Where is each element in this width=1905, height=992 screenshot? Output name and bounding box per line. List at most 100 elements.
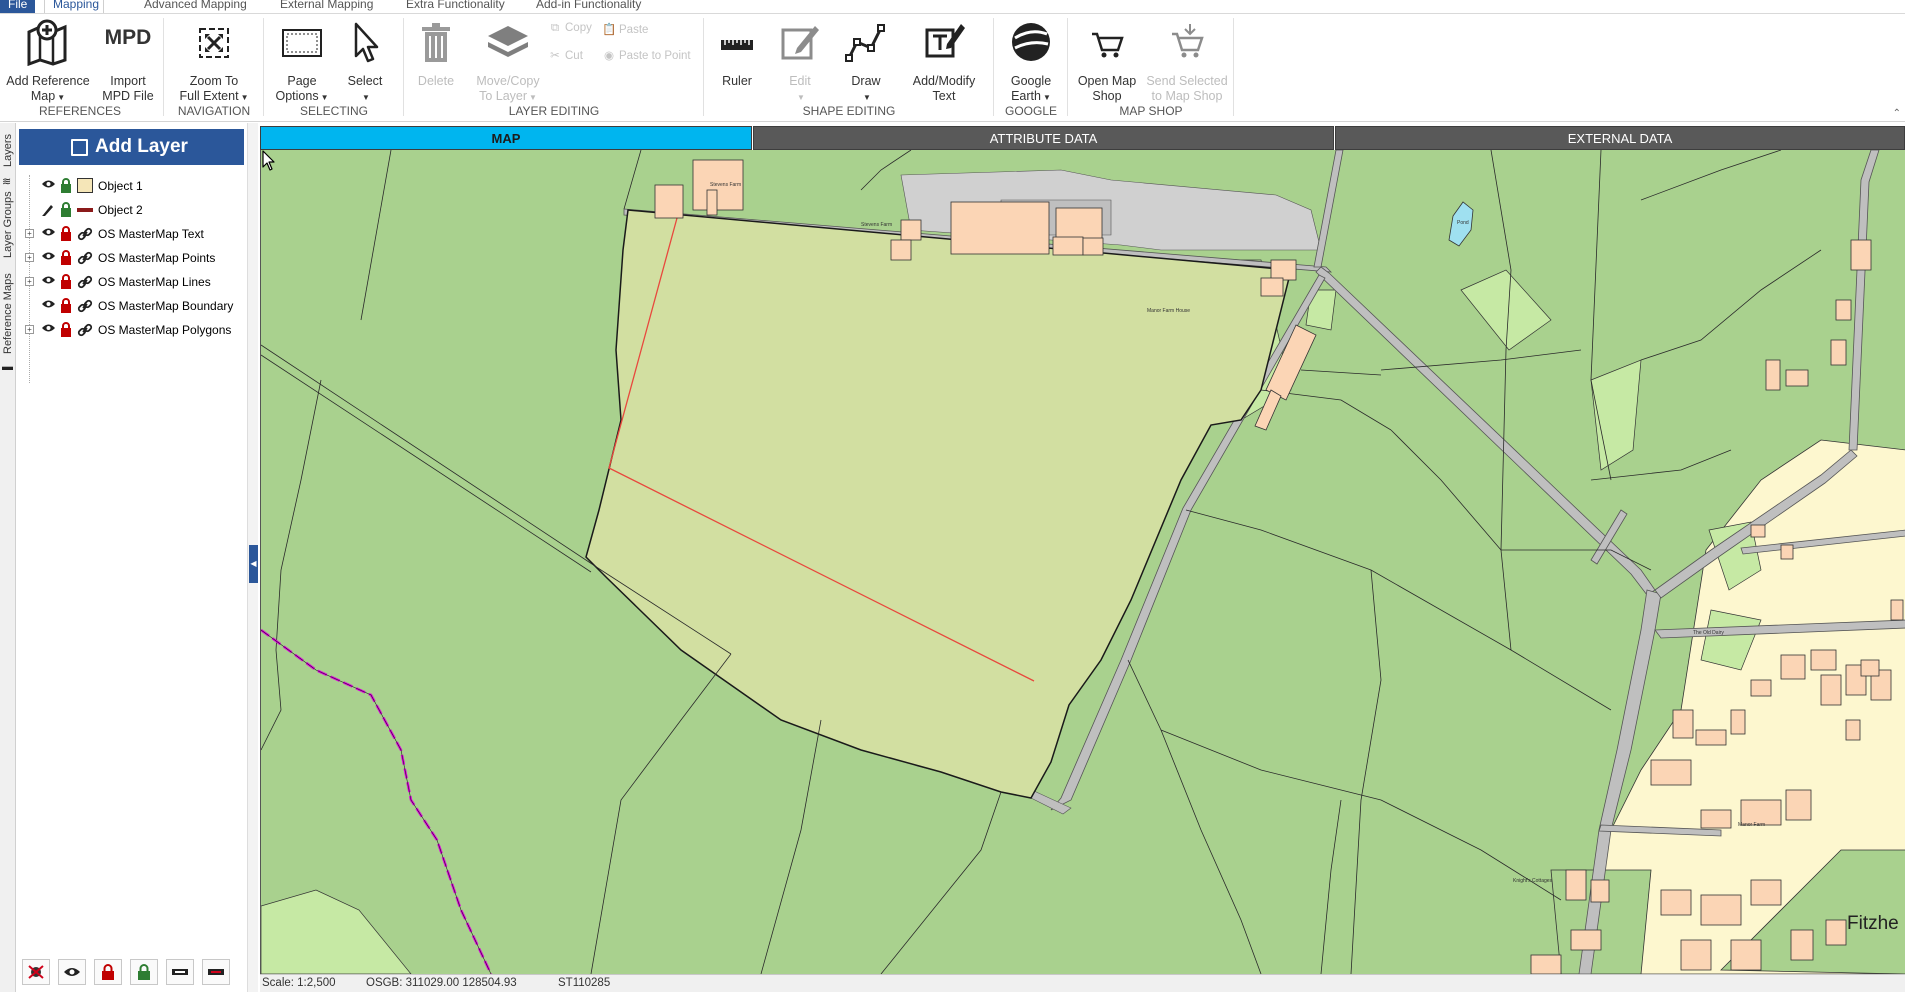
menu-tab-addin-functionality[interactable]: Add-in Functionality (528, 0, 649, 13)
copy-label: Copy (565, 22, 592, 34)
layer-row[interactable]: + OS MasterMap Points (17, 248, 245, 268)
add-layer-button[interactable]: Add Layer (19, 129, 244, 165)
tab-map[interactable]: MAP (260, 126, 752, 150)
menu-tab-extra-functionality[interactable]: Extra Functionality (398, 0, 513, 13)
zoom-full-extent-label-2-text: Full Extent (179, 89, 239, 103)
map-label: Pond (1457, 220, 1469, 226)
locked-icon[interactable] (60, 226, 72, 241)
eye-icon[interactable] (41, 251, 56, 261)
cut-button[interactable]: ✂ Cut (548, 48, 583, 62)
side-tab-layer-groups[interactable]: Layer Groups (0, 189, 16, 261)
group-label-shape-editing: SHAPE EDITING (802, 104, 896, 118)
copy-button[interactable]: ⧉ Copy (548, 22, 592, 35)
layer-row[interactable]: Object 2 (17, 200, 245, 220)
coordinate-readout: OSGB: 311029.00 128504.93 (366, 977, 517, 989)
lock-all-button[interactable] (94, 959, 122, 985)
eye-icon[interactable] (41, 275, 56, 285)
layer-row[interactable]: OS MasterMap Boundary (17, 296, 245, 316)
ruler-icon (710, 18, 764, 70)
add-reference-map-button[interactable]: Add Reference Map ▼ (6, 18, 90, 105)
layer-row[interactable]: + OS MasterMap Polygons (17, 320, 245, 340)
panel-splitter[interactable]: ◀ (247, 123, 258, 992)
google-earth-button[interactable]: Google Earth ▼ (1000, 18, 1062, 105)
menu-tab-mapping[interactable]: Mapping (44, 0, 104, 13)
menu-tab-file[interactable]: File (0, 0, 36, 13)
select-dropdown: ▼ (340, 89, 390, 105)
locked-icon[interactable] (60, 274, 72, 289)
layer-row[interactable]: + OS MasterMap Text (17, 224, 245, 244)
scale-readout: Scale: 1:2,500 (262, 977, 336, 989)
collapse-ribbon-chevron-icon[interactable]: ⌃ (1893, 108, 1901, 119)
edit-button[interactable]: Edit ▼ (772, 18, 828, 105)
layer-name: Object 1 (98, 179, 143, 193)
unlocked-icon[interactable] (60, 202, 72, 217)
layer-row[interactable]: + OS MasterMap Lines (17, 272, 245, 292)
link-icon[interactable] (77, 274, 93, 290)
link-icon[interactable] (77, 298, 93, 314)
eye-icon[interactable] (41, 299, 56, 309)
group-shape-editing: Ruler Edit ▼ Draw ▼ Add/Modify Text SHAP… (706, 14, 992, 120)
line-swatch-icon[interactable] (77, 208, 93, 212)
ruler-button[interactable]: Ruler (710, 18, 764, 89)
draw-button[interactable]: Draw ▼ (836, 18, 896, 105)
eye-icon[interactable] (41, 179, 56, 189)
line-style-button[interactable] (166, 959, 194, 985)
map-canvas[interactable]: Stevens Farm Stevens Farm Manor Farm Hou… (260, 150, 1905, 974)
text-edit-icon (904, 18, 984, 70)
locked-icon[interactable] (60, 250, 72, 265)
move-copy-label-1: Move/Copy (476, 74, 540, 88)
select-button[interactable]: Select ▼ (340, 18, 390, 105)
expand-toggle-icon[interactable]: + (25, 325, 34, 334)
unlocked-icon[interactable] (60, 178, 72, 193)
side-tab-reference-maps[interactable]: Reference Maps (0, 271, 16, 357)
dropdown-arrow-icon: ▼ (362, 93, 370, 102)
map-label: Manor Farm (1738, 822, 1766, 828)
mouse-pointer-icon (262, 150, 275, 171)
expand-toggle-icon[interactable]: + (25, 229, 34, 238)
toggle-visibility-button[interactable] (58, 959, 86, 985)
expand-toggle-icon[interactable]: + (25, 277, 34, 286)
import-mpd-button[interactable]: MPD Import MPD File (96, 18, 160, 104)
paste-button[interactable]: 📋 Paste (602, 22, 648, 36)
move-copy-layer-button[interactable]: Move/Copy To Layer ▼ (468, 18, 548, 105)
layer-row[interactable]: Object 1 (17, 176, 245, 196)
link-icon[interactable] (77, 250, 93, 266)
layer-tools-bar (22, 959, 242, 987)
ribbon-separator (163, 18, 164, 116)
zoom-full-extent-button[interactable]: Zoom To Full Extent ▼ (174, 18, 254, 105)
open-map-shop-button[interactable]: Open Map Shop (1072, 18, 1142, 104)
add-modify-text-button[interactable]: Add/Modify Text (904, 18, 984, 104)
locked-icon[interactable] (60, 322, 72, 337)
draw-polyline-icon (836, 18, 896, 70)
google-earth-label-1: Google (1010, 74, 1052, 88)
collapse-panel-arrow-icon[interactable]: ◀ (249, 545, 258, 583)
new-layer-square-icon (71, 138, 88, 156)
expand-toggle-icon[interactable]: + (25, 253, 34, 262)
map-label: The Old Dairy (1693, 630, 1724, 636)
copy-icon: ⧉ (550, 22, 560, 34)
menu-tab-advanced-mapping[interactable]: Advanced Mapping (136, 0, 255, 13)
locked-icon[interactable] (60, 298, 72, 313)
delete-button[interactable]: Delete (410, 18, 462, 89)
unlock-all-button[interactable] (130, 959, 158, 985)
dropdown-arrow-icon: ▼ (797, 93, 805, 102)
paste-to-point-button[interactable]: ◉ Paste to Point (602, 48, 691, 62)
link-icon[interactable] (77, 226, 93, 242)
side-tab-layers[interactable]: Layers (0, 129, 16, 171)
map-place-label: Fitzhe (1847, 913, 1899, 934)
send-to-map-shop-button[interactable]: Send Selected to Map Shop (1146, 18, 1228, 104)
eye-icon[interactable] (41, 227, 56, 237)
fill-style-button[interactable] (202, 959, 230, 985)
menu-tab-external-mapping[interactable]: External Mapping (272, 0, 381, 13)
eye-icon[interactable] (41, 323, 56, 333)
page-options-button[interactable]: Page Options ▼ (270, 18, 334, 105)
layer-name: OS MasterMap Lines (98, 275, 211, 289)
tab-external-data[interactable]: EXTERNAL DATA (1335, 126, 1905, 150)
fill-swatch-icon[interactable] (77, 178, 93, 193)
remove-layer-button[interactable] (22, 959, 50, 985)
link-icon[interactable] (77, 322, 93, 338)
tab-attribute-data[interactable]: ATTRIBUTE DATA (753, 126, 1334, 150)
ribbon-separator (703, 18, 704, 116)
page-options-label-2-text: Options (275, 89, 319, 103)
pencil-edit-icon[interactable] (41, 203, 55, 217)
